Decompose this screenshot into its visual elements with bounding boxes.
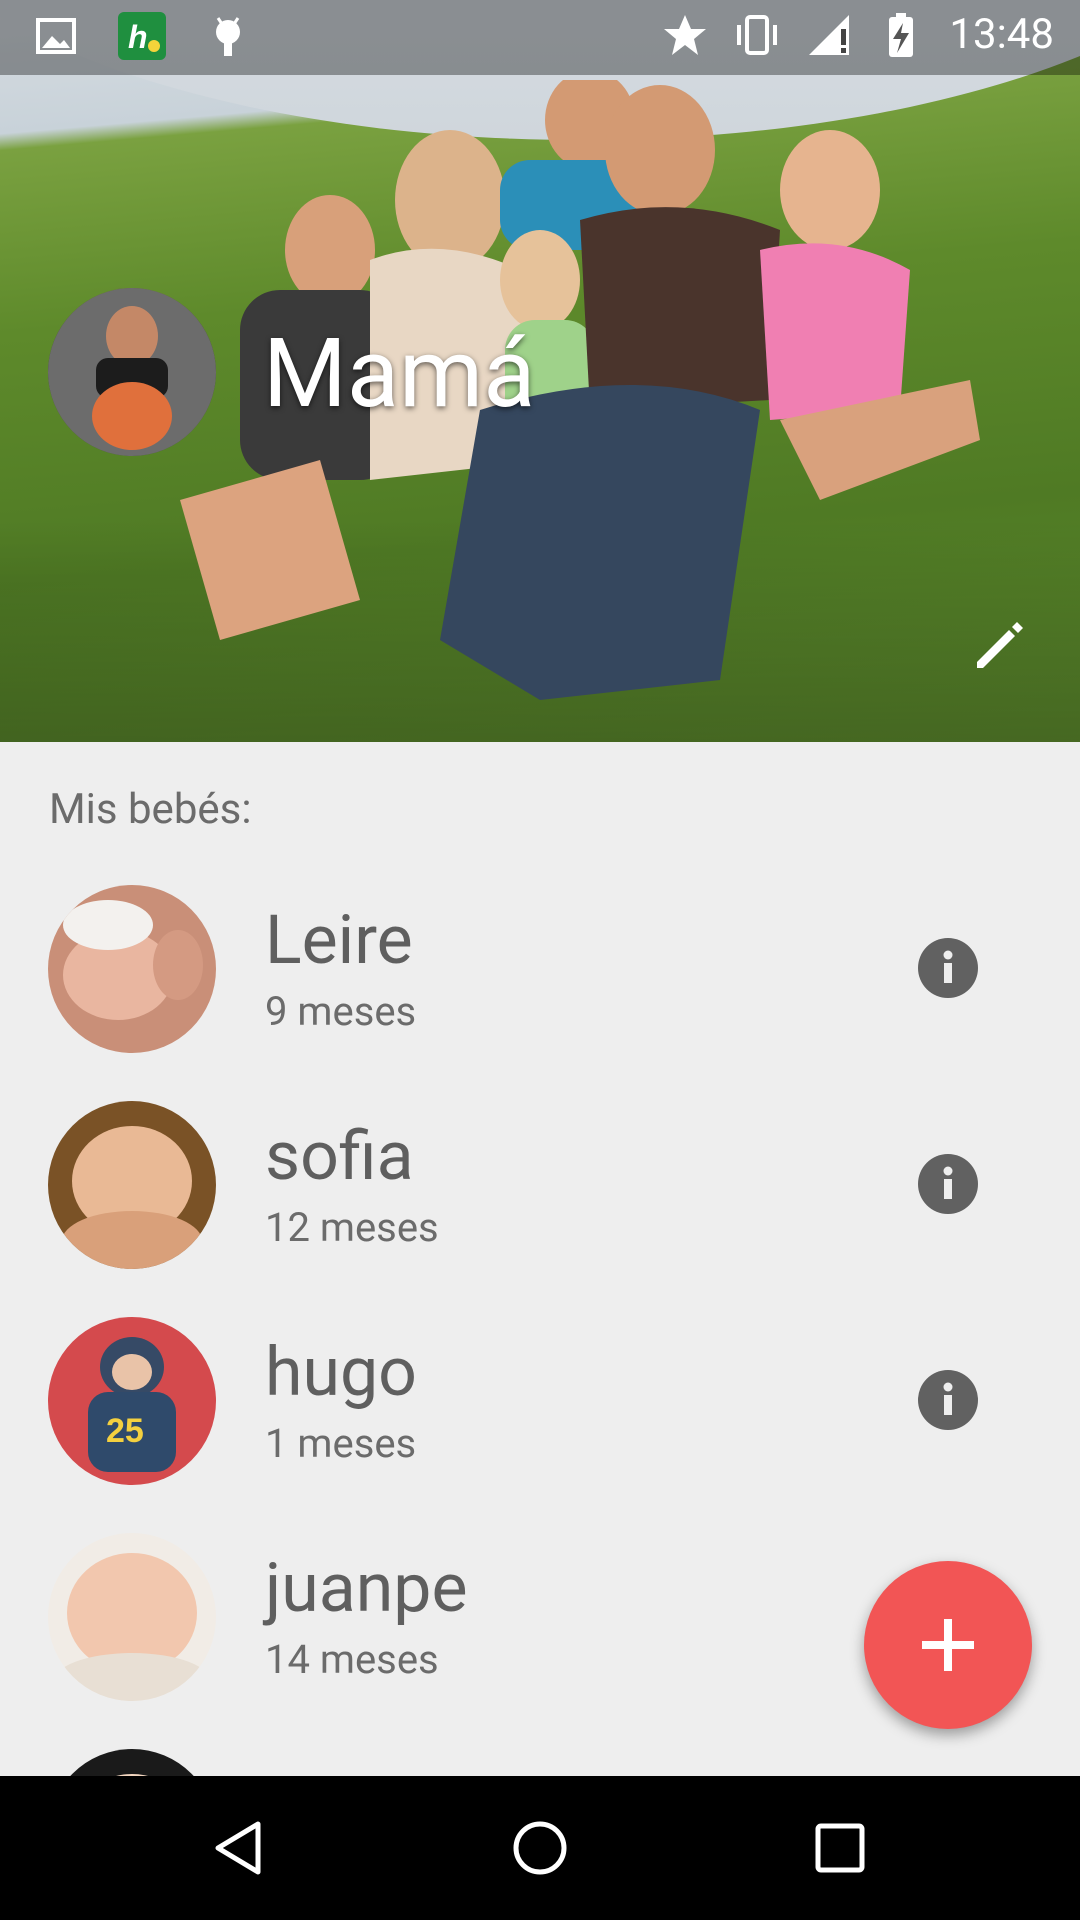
vibrate-icon [737, 14, 778, 55]
svg-text:25: 25 [106, 1412, 144, 1450]
baby-avatar [48, 1533, 216, 1701]
info-icon[interactable] [918, 1370, 978, 1430]
baby-name: hugo [265, 1332, 417, 1412]
baby-name: juanpe [265, 1548, 468, 1628]
svg-text:h: h [128, 19, 148, 55]
back-icon[interactable] [208, 1816, 272, 1880]
add-baby-button[interactable] [864, 1561, 1032, 1729]
list-item[interactable]: sofia 12 meses [0, 1086, 1080, 1302]
baby-avatar: 25 [48, 1317, 216, 1485]
recents-icon[interactable] [808, 1816, 872, 1880]
baby-age: 1 meses [265, 1420, 417, 1467]
baby-age: 9 meses [265, 988, 417, 1035]
section-title: Mis bebés: [49, 785, 252, 834]
baby-avatar [48, 885, 216, 1053]
signal-icon [809, 14, 850, 55]
baby-age: 12 meses [265, 1204, 439, 1251]
baby-name: sofia [265, 1116, 414, 1196]
baby-name: Leire [265, 900, 413, 980]
star-icon [664, 14, 707, 55]
list-item[interactable]: Leire 9 meses [0, 870, 1080, 1086]
info-icon[interactable] [918, 1154, 978, 1214]
home-icon[interactable] [508, 1816, 572, 1880]
list-item[interactable]: 25 hugo 1 meses [0, 1302, 1080, 1518]
baby-avatar [48, 1749, 216, 1776]
plus-icon [922, 1619, 974, 1671]
image-icon [36, 18, 76, 54]
profile-avatar[interactable] [48, 288, 216, 456]
h-app-icon: h [118, 12, 166, 60]
battery-charging-icon [889, 12, 914, 57]
info-icon[interactable] [918, 938, 978, 998]
clock: 13:48 [949, 10, 1054, 59]
baby-age: 14 meses [265, 1636, 439, 1683]
baby-avatar [48, 1101, 216, 1269]
pencil-icon[interactable] [965, 610, 1035, 680]
android-icon [216, 17, 240, 56]
navigation-bar [0, 1776, 1080, 1920]
status-bar: h 13:48 [0, 0, 1080, 75]
profile-name: Mamá [263, 318, 536, 430]
list-item[interactable] [0, 1734, 1080, 1776]
